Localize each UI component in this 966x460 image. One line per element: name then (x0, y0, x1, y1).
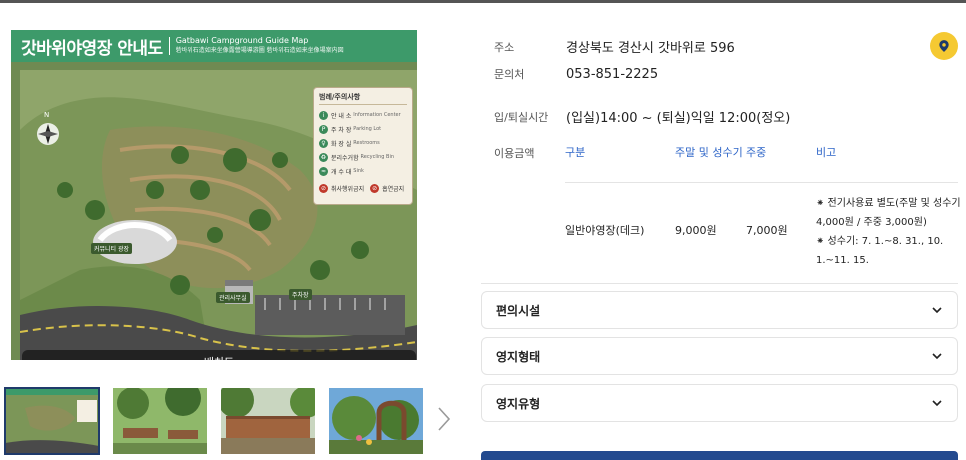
fee-table-bottom-divider (481, 283, 958, 284)
thumbnail-image (221, 388, 315, 454)
campground-map[interactable]: 갓바위야영장 안내도 Gatbawi Campground Guide Map … (11, 30, 417, 360)
legend-label: 화 장 실 (331, 140, 352, 148)
map-title: 갓바위야영장 안내도 (21, 38, 163, 59)
legend-label-en: Sink (353, 168, 364, 174)
thumbnail-deck-sites[interactable] (113, 388, 207, 454)
fee-header-weekend: 주말 및 성수기 (675, 146, 743, 159)
chevron-right-icon[interactable] (436, 404, 456, 434)
thumbnail-garden-arch[interactable] (329, 388, 423, 454)
map-title-cjk: 砦바위石造如来坐像露營場導游圖 砦바위石造如来坐像場案内図 (175, 47, 344, 54)
map-legend: 범례/주의사항 i 안 내 소 Information Center P 주 차… (313, 87, 413, 205)
legend-label-en: Parking Lot (353, 126, 382, 132)
map-title-bar: 갓바위야영장 안내도 Gatbawi Campground Guide Map … (11, 30, 417, 62)
fee-note: ⁕ 전기사용료 별도(주말 및 성수기 4,000원 / 주중 3,000원) … (816, 194, 962, 270)
fee-note-peak-season: ⁕ 성수기: 7. 1.~8. 31., 10. 1.~11. 15. (816, 236, 944, 266)
top-divider (0, 0, 966, 3)
checkin-label: 입/퇴실시간 (494, 110, 549, 124)
fee-note-electricity: ⁕ 전기사용료 별도(주말 및 성수기 4,000원 / 주중 3,000원) (816, 198, 961, 228)
map-title-divider (168, 37, 170, 55)
svg-text:N: N (44, 111, 49, 119)
accordion-label: 영지형태 (496, 349, 541, 364)
parking-icon: P (319, 124, 328, 134)
legend-item: ♀ 화 장 실 Restrooms (319, 136, 407, 150)
checkin-value: (입실)14:00 ~ (퇴실)익일 12:00(정오) (566, 111, 791, 126)
legend-label-en: Information Center (353, 112, 401, 118)
gallery-thumbnails (4, 387, 423, 455)
chevron-down-icon (932, 400, 942, 407)
parking-label: 주차장 (289, 289, 312, 300)
no-cooking-caution: ⊘ 취사행위금지 (319, 181, 364, 195)
legend-heading: 범례/주의사항 (319, 92, 407, 105)
accordion-site-form[interactable]: 영지형태 (481, 337, 958, 375)
map-caption: 배치도 (22, 350, 416, 360)
legend-label-en: Restrooms (353, 140, 380, 146)
thumbnail-wooden-deck[interactable] (221, 388, 315, 454)
caution-label: 취사행위금지 (331, 185, 365, 193)
info-icon: i (319, 110, 328, 120)
map-title-en: Gatbawi Campground Guide Map (175, 36, 309, 45)
accordion-label: 편의시설 (496, 303, 541, 318)
sink-icon: ≈ (319, 166, 328, 176)
fee-weekday: 7,000원 (746, 224, 788, 237)
legend-label-en: Recycling Bin (360, 154, 395, 160)
accordion-site-type[interactable]: 영지유형 (481, 384, 958, 422)
map-subtitle: Gatbawi Campground Guide Map 砦바위石造如来坐像露營… (176, 36, 344, 56)
phone-value[interactable]: 053-851-2225 (566, 67, 658, 82)
fee-header-category: 구분 (565, 146, 586, 159)
legend-item: i 안 내 소 Information Center (319, 108, 407, 122)
legend-label: 분리수거함 (331, 154, 359, 162)
chevron-down-icon (932, 353, 942, 360)
fee-header-note: 비고 (816, 146, 837, 159)
legend-label: 개 수 대 (331, 168, 352, 176)
legend-item: ♻ 분리수거함 Recycling Bin (319, 150, 407, 164)
map-pin-icon (939, 40, 949, 52)
community-plaza-label: 커뮤니티 광장 (91, 243, 133, 254)
phone-label: 문의처 (494, 68, 525, 81)
thumbnail-image (329, 388, 423, 454)
thumbnail-image (5, 388, 99, 454)
address-label: 주소 (494, 40, 515, 54)
chevron-down-icon (932, 307, 942, 314)
legend-cautions: ⊘ 취사행위금지 ⊘ 흡연금지 (319, 181, 407, 195)
no-cooking-icon: ⊘ (319, 183, 328, 193)
office-label: 관리사무실 (216, 292, 250, 303)
location-button[interactable] (930, 32, 958, 60)
fee-category: 일반야영장(데크) (565, 224, 645, 237)
recycle-icon: ♻ (319, 152, 328, 162)
caution-label: 흡연금지 (382, 185, 405, 193)
legend-label: 안 내 소 (331, 112, 352, 120)
accordion-facilities[interactable]: 편의시설 (481, 291, 958, 329)
legend-item: P 주 차 장 Parking Lot (319, 122, 407, 136)
restroom-icon: ♀ (319, 138, 328, 148)
fee-label-row: 이용금액 (494, 145, 566, 161)
fee-weekend: 9,000원 (675, 224, 717, 237)
reserve-button[interactable] (481, 451, 958, 460)
thumbnail-layout-map[interactable] (4, 387, 100, 455)
accordion-label: 영지유형 (496, 396, 541, 411)
fee-label: 이용금액 (494, 147, 535, 160)
phone-row: 문의처 053-851-2225 (494, 66, 658, 82)
legend-label: 주 차 장 (331, 126, 352, 134)
address-row: 주소 경상북도 경산시 갓바위로 596 (494, 37, 735, 57)
fee-header-weekday: 주중 (746, 146, 767, 159)
no-smoking-caution: ⊘ 흡연금지 (370, 181, 404, 195)
address-value: 경상북도 경산시 갓바위로 596 (566, 41, 735, 56)
thumbnail-image (113, 388, 207, 454)
no-smoking-icon: ⊘ (370, 183, 380, 193)
fee-divider (565, 182, 958, 183)
checkin-row: 입/퇴실시간 (입실)14:00 ~ (퇴실)익일 12:00(정오) (494, 107, 791, 127)
legend-item: ≈ 개 수 대 Sink (319, 164, 407, 178)
